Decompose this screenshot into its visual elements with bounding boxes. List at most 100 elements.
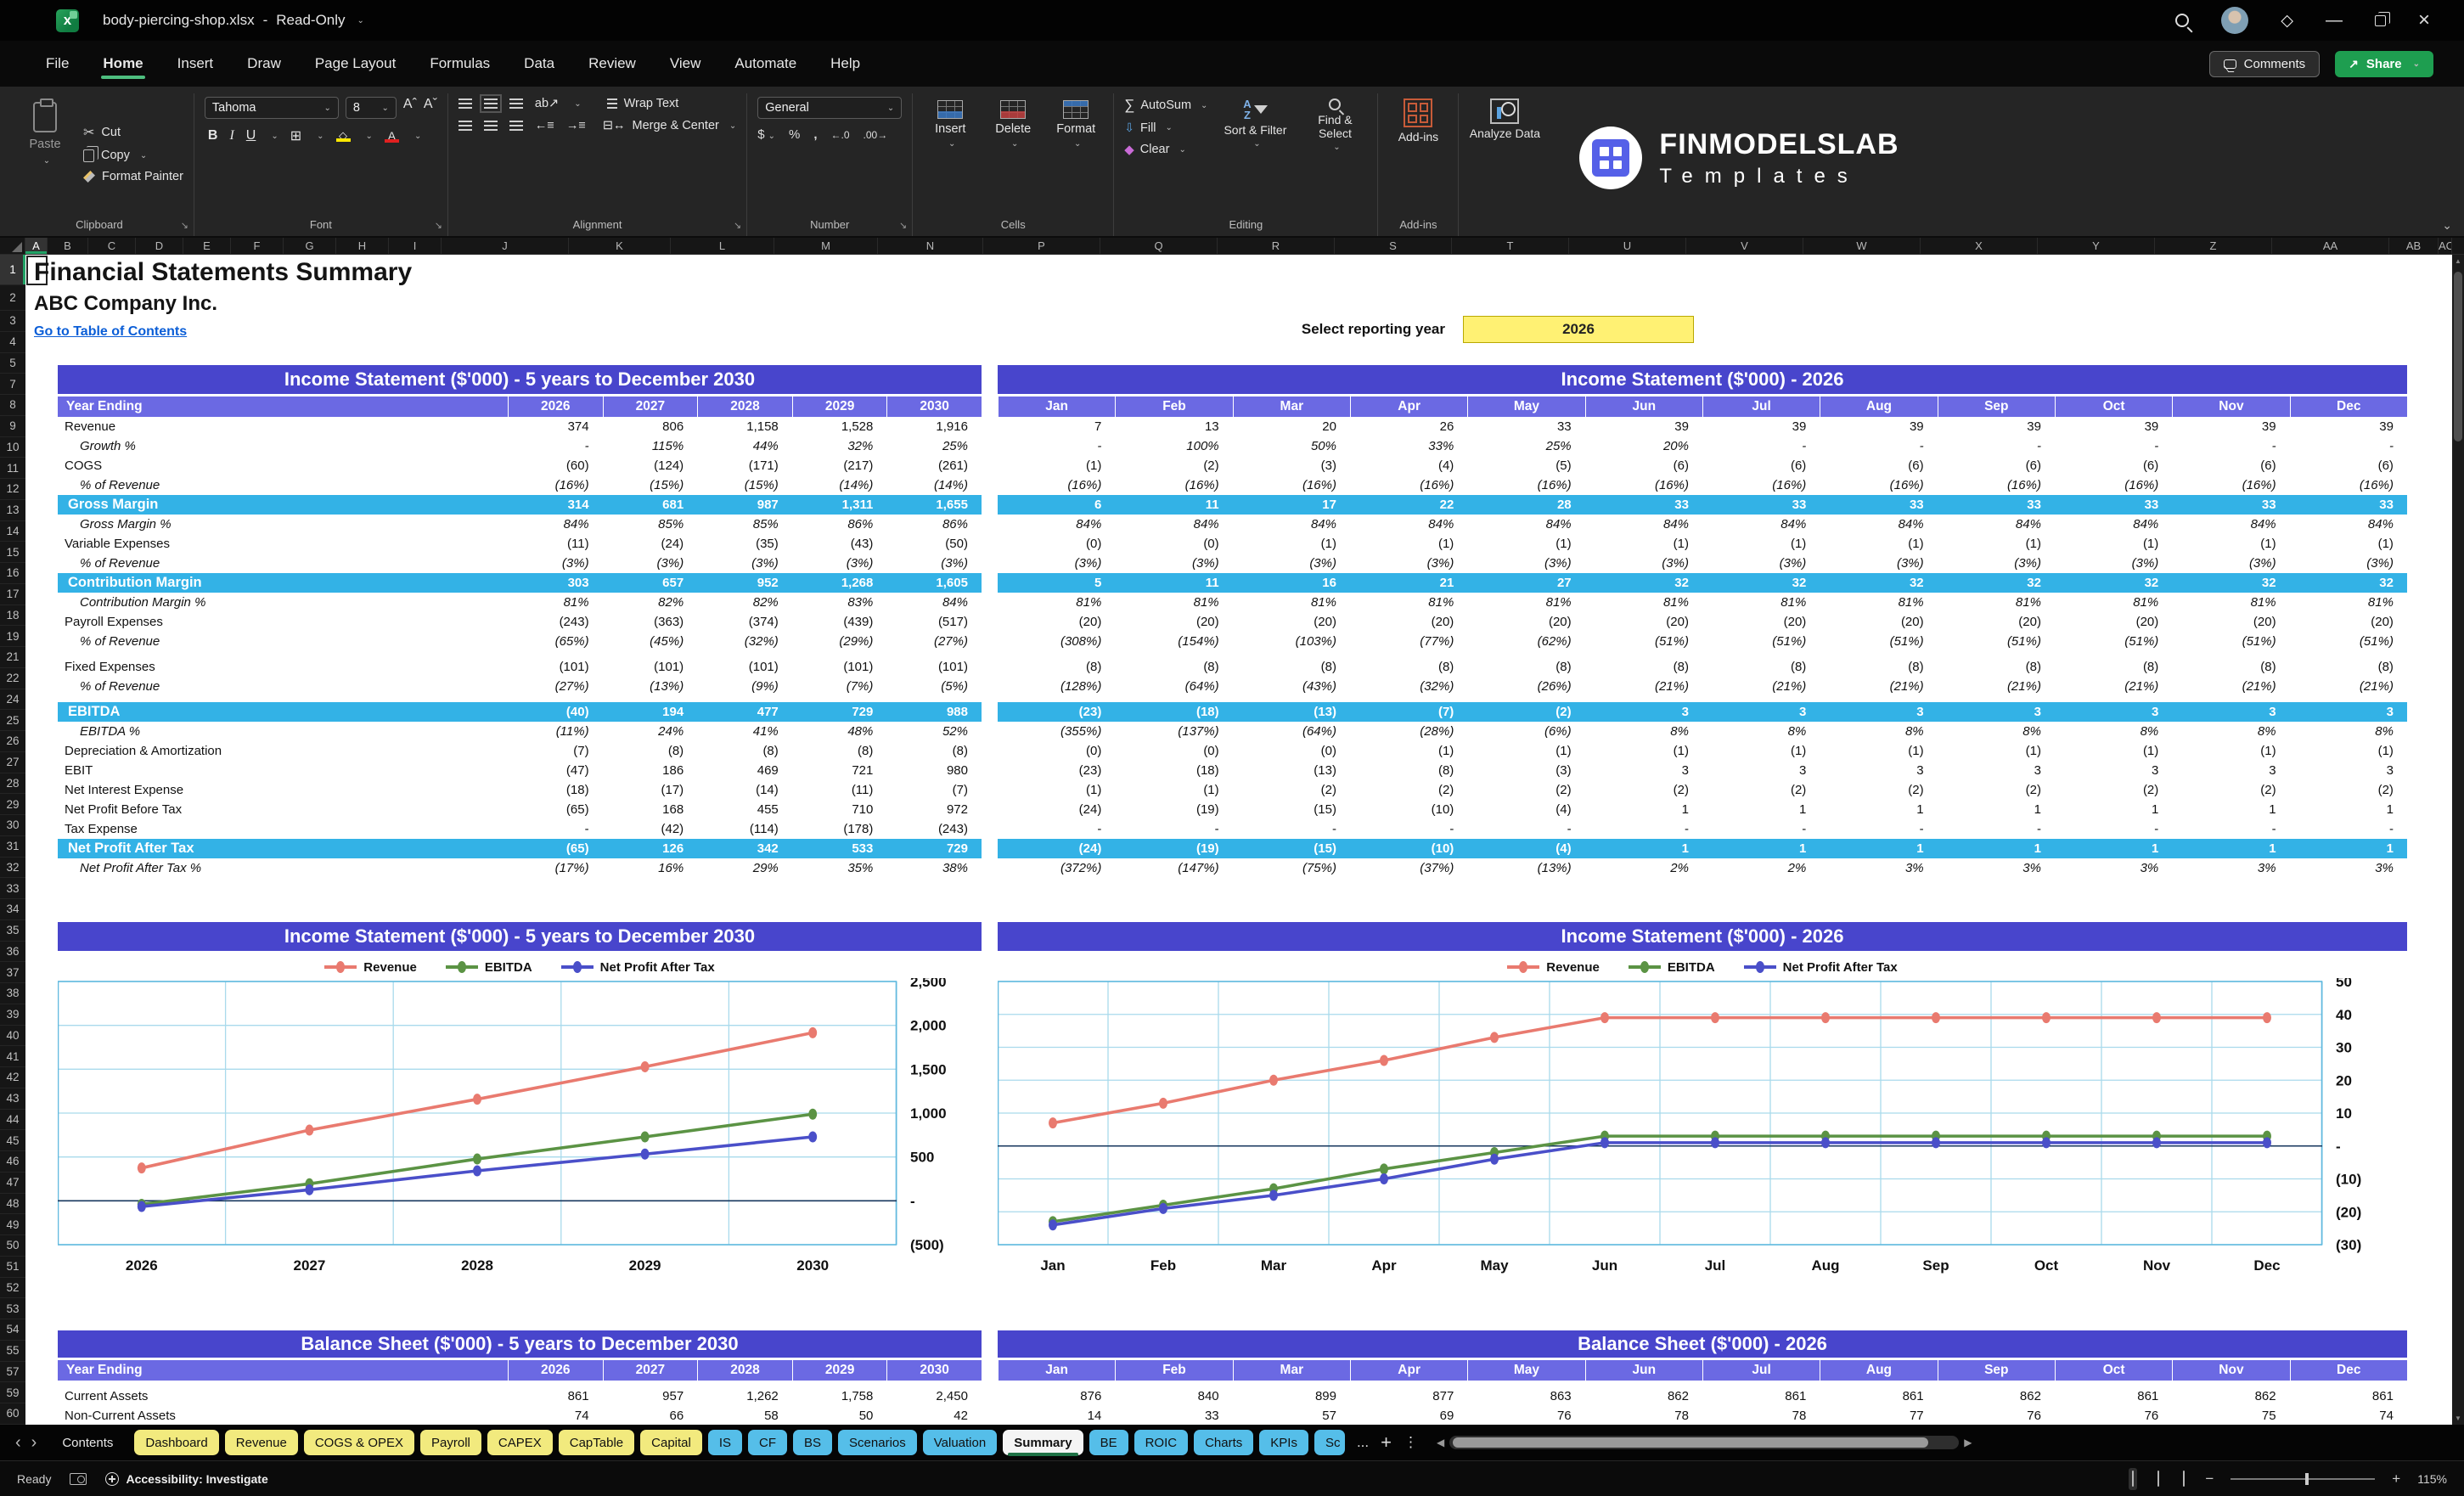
row-header-37[interactable]: 37	[0, 962, 25, 983]
copy-button[interactable]: Copy ⌄	[83, 149, 183, 162]
vertical-scrollbar[interactable]: ▲ ▼	[2452, 255, 2464, 1425]
menu-tab-data[interactable]: Data	[522, 50, 556, 77]
column-header-K[interactable]: K	[569, 238, 671, 254]
row-header-54[interactable]: 54	[0, 1319, 25, 1341]
column-header-D[interactable]: D	[136, 238, 183, 254]
alignment-dialog-launcher[interactable]: ↘	[734, 220, 741, 231]
display-settings-icon[interactable]	[70, 1473, 87, 1485]
delete-cells-button[interactable]: Delete ⌄	[986, 97, 1040, 149]
row-header-10[interactable]: 10	[0, 437, 25, 458]
row-header-26[interactable]: 26	[0, 731, 25, 752]
align-bottom-button[interactable]	[509, 98, 523, 109]
minimize-button[interactable]: —	[2326, 12, 2343, 29]
row-header-45[interactable]: 45	[0, 1130, 25, 1151]
column-header-I[interactable]: I	[389, 238, 442, 254]
cut-button[interactable]: ✂ Cut	[83, 124, 183, 141]
clear-button[interactable]: ◆ Clear ⌄	[1124, 142, 1207, 157]
row-header-34[interactable]: 34	[0, 899, 25, 920]
row-header-9[interactable]: 9	[0, 416, 25, 437]
row-header-30[interactable]: 30	[0, 815, 25, 836]
fill-color-button[interactable]: ◇	[336, 130, 351, 142]
align-left-button[interactable]	[458, 121, 472, 131]
menu-tab-help[interactable]: Help	[829, 50, 862, 77]
row-header-51[interactable]: 51	[0, 1257, 25, 1278]
vertical-scroll-thumb[interactable]	[2454, 272, 2462, 441]
row-header-33[interactable]: 33	[0, 878, 25, 899]
row-header-11[interactable]: 11	[0, 458, 25, 479]
row-header-21[interactable]: 21	[0, 647, 25, 668]
column-header-E[interactable]: E	[183, 238, 231, 254]
tabs-scroll-right-icon[interactable]: ›	[31, 1433, 37, 1453]
column-header-F[interactable]: F	[231, 238, 284, 254]
row-header-42[interactable]: 42	[0, 1067, 25, 1088]
menu-tab-insert[interactable]: Insert	[176, 50, 216, 77]
sheet-tab-is[interactable]: IS	[708, 1430, 742, 1455]
user-avatar[interactable]	[2221, 7, 2248, 34]
scroll-down-icon[interactable]: ▼	[2452, 1414, 2464, 1422]
increase-decimal-button[interactable]: ←.0	[831, 129, 850, 141]
column-header-N[interactable]: N	[878, 238, 983, 254]
row-header-18[interactable]: 18	[0, 605, 25, 627]
menu-tab-formulas[interactable]: Formulas	[428, 50, 492, 77]
row-header-24[interactable]: 24	[0, 689, 25, 711]
decrease-decimal-button[interactable]: .00→	[864, 129, 888, 141]
row-header-4[interactable]: 4	[0, 332, 25, 353]
table-of-contents-link[interactable]: Go to Table of Contents	[34, 324, 187, 340]
row-header-48[interactable]: 48	[0, 1194, 25, 1215]
row-header-36[interactable]: 36	[0, 942, 25, 963]
row-header-57[interactable]: 57	[0, 1362, 25, 1383]
row-header-14[interactable]: 14	[0, 521, 25, 543]
italic-button[interactable]: I	[229, 128, 233, 143]
sheet-tab-valuation[interactable]: Valuation	[923, 1430, 997, 1455]
column-header-Y[interactable]: Y	[2038, 238, 2155, 254]
sheet-tab-roic[interactable]: ROIC	[1134, 1430, 1189, 1455]
select-all-corner[interactable]	[0, 238, 25, 254]
find-select-button[interactable]: Find & Select ⌄	[1302, 97, 1367, 157]
row-header-46[interactable]: 46	[0, 1151, 25, 1173]
row-header-60[interactable]: 60	[0, 1403, 25, 1425]
sheet-tab-scenarios[interactable]: Scenarios	[838, 1430, 917, 1455]
close-button[interactable]: ×	[2418, 12, 2430, 29]
sheet-tab-charts[interactable]: Charts	[1194, 1430, 1253, 1455]
column-header-R[interactable]: R	[1218, 238, 1335, 254]
share-button[interactable]: ↗ Share ⌄	[2335, 51, 2433, 77]
align-center-button[interactable]	[484, 121, 498, 131]
row-header-3[interactable]: 3	[0, 311, 25, 332]
page-break-view-button[interactable]	[2180, 1468, 2188, 1490]
format-painter-button[interactable]: Format Painter	[83, 170, 183, 183]
hscroll-left-icon[interactable]: ◀	[1437, 1437, 1444, 1448]
sheet-tab-revenue[interactable]: Revenue	[225, 1430, 298, 1455]
row-header-32[interactable]: 32	[0, 858, 25, 879]
column-header-X[interactable]: X	[1921, 238, 2038, 254]
increase-indent-button[interactable]: →≡	[566, 119, 586, 132]
column-header-B[interactable]: B	[48, 238, 88, 254]
menu-tab-draw[interactable]: Draw	[245, 50, 283, 77]
fill-button[interactable]: ⇩ Fill ⌄	[1124, 121, 1207, 135]
menu-tab-automate[interactable]: Automate	[733, 50, 798, 77]
number-format-select[interactable]: General ⌄	[757, 97, 902, 119]
row-header-38[interactable]: 38	[0, 983, 25, 1004]
sheet-tab-payroll[interactable]: Payroll	[420, 1430, 481, 1455]
row-header-7[interactable]: 7	[0, 374, 25, 395]
comma-style-button[interactable]: ,	[813, 127, 817, 142]
column-header-AA[interactable]: AA	[2272, 238, 2389, 254]
autosum-button[interactable]: ∑ AutoSum ⌄	[1124, 97, 1207, 114]
column-header-Q[interactable]: Q	[1100, 238, 1218, 254]
sheet-tab-captable[interactable]: CapTable	[559, 1430, 634, 1455]
normal-view-button[interactable]	[2129, 1468, 2137, 1490]
zoom-slider[interactable]	[2231, 1478, 2375, 1480]
new-sheet-button[interactable]: +	[1381, 1431, 1392, 1454]
sheet-tab-cf[interactable]: CF	[748, 1430, 787, 1455]
row-header-59[interactable]: 59	[0, 1382, 25, 1403]
font-color-button[interactable]: A	[385, 130, 399, 143]
align-top-button[interactable]	[458, 98, 472, 109]
menu-tab-file[interactable]: File	[44, 50, 70, 77]
column-header-W[interactable]: W	[1803, 238, 1921, 254]
page-layout-view-button[interactable]	[2154, 1468, 2163, 1490]
row-header-8[interactable]: 8	[0, 395, 25, 416]
row-header-28[interactable]: 28	[0, 773, 25, 795]
sheet-tab-bs[interactable]: BS	[793, 1430, 832, 1455]
row-header-41[interactable]: 41	[0, 1046, 25, 1067]
column-header-C[interactable]: C	[88, 238, 136, 254]
align-right-button[interactable]	[509, 121, 523, 131]
